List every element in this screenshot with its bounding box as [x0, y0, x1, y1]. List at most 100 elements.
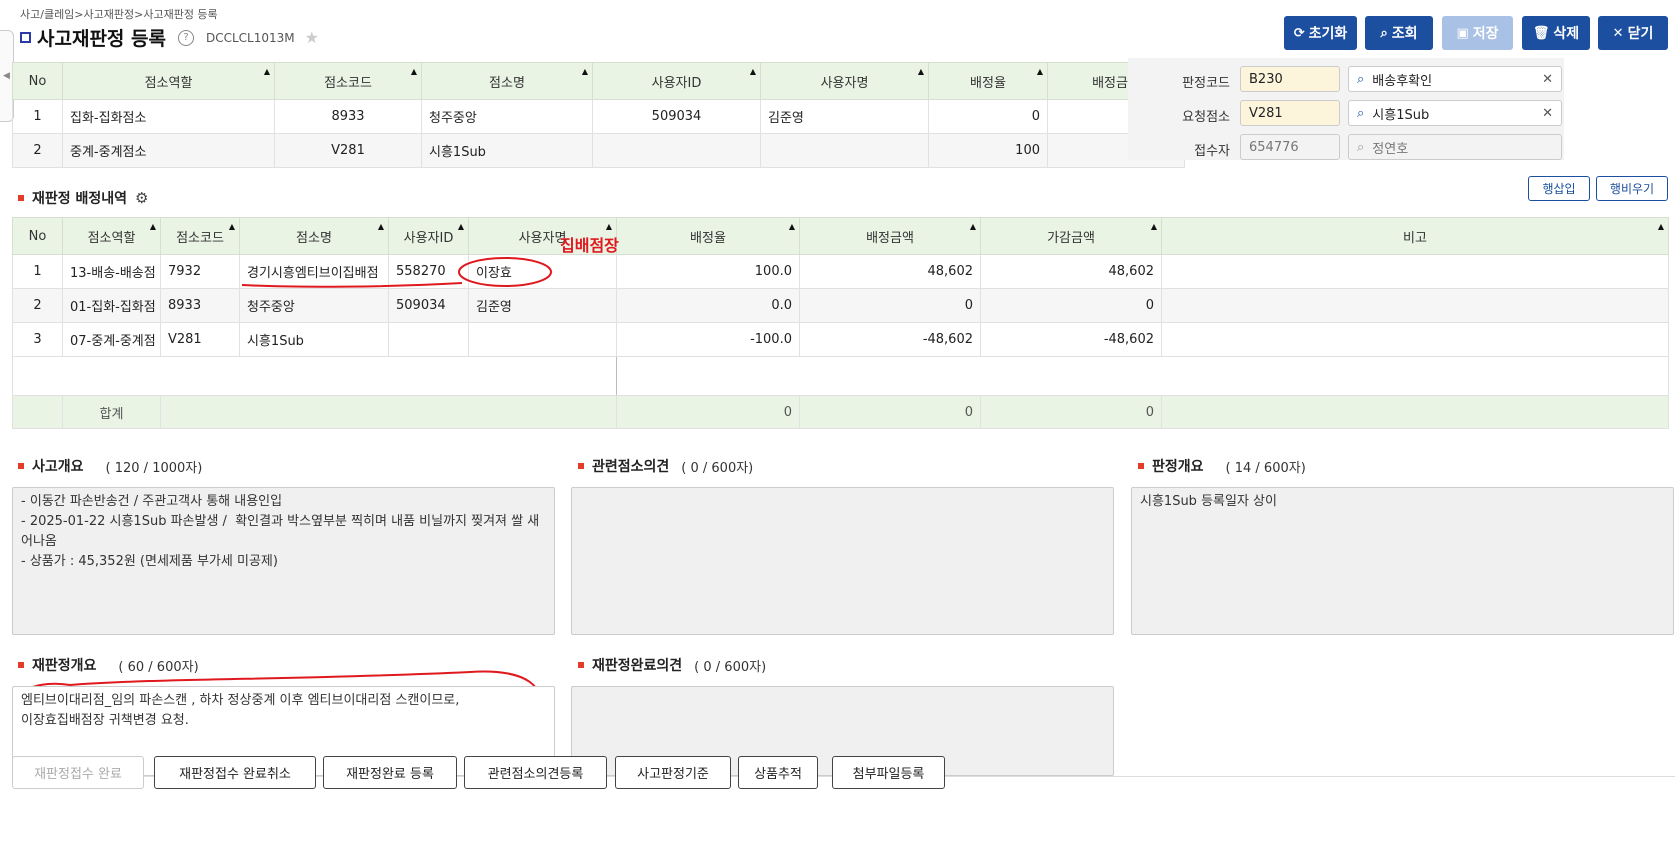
table-row[interactable]: 1 집화-집화점소 8933 청주중앙 509034 김준영 0 0	[12, 99, 1185, 134]
cell-role[interactable]: 01-집화-집화점	[62, 288, 161, 323]
sort-up-icon[interactable]: ▲	[458, 222, 464, 231]
col-rate-label: 배정율	[970, 75, 1006, 91]
req-office-name-field[interactable]: ⌕ 시흥1Sub ✕	[1348, 100, 1562, 126]
cell-role[interactable]: 07-중계-중계점	[62, 322, 161, 357]
accident-count: ( 120 / 1000자)	[105, 460, 203, 476]
save-button[interactable]: ▣ 저장	[1442, 16, 1513, 50]
sort-up-icon[interactable]: ▲	[970, 222, 976, 231]
sort-up-icon[interactable]: ▲	[789, 222, 795, 231]
cell-uname[interactable]	[468, 322, 617, 357]
col-name[interactable]: 점소명 ▲	[239, 217, 389, 255]
sort-up-icon[interactable]: ▲	[1151, 222, 1157, 231]
accident-textarea[interactable]: - 이동간 파손반송건 / 주관고객사 통해 내용인입 - 2025-01-22…	[12, 487, 555, 635]
cell-uid[interactable]	[388, 322, 469, 357]
table-row[interactable]: 2 01-집화-집화점 8933 청주중앙 509034 김준영 0.0 0 0	[12, 288, 1669, 323]
product-trace-button[interactable]: 상품추적	[738, 756, 818, 789]
clear-icon[interactable]: ✕	[1542, 72, 1553, 87]
accident-criteria-button[interactable]: 사고판정기준	[615, 756, 731, 789]
attachment-register-button[interactable]: 첨부파일등록	[832, 756, 945, 789]
col-code[interactable]: 점소코드 ▲	[160, 217, 240, 255]
col-uid[interactable]: 사용자ID ▲	[592, 62, 761, 100]
sort-up-icon[interactable]: ▲	[1658, 222, 1664, 231]
col-rate[interactable]: 배정율 ▲	[928, 62, 1048, 100]
col-no[interactable]: No	[12, 217, 63, 255]
sort-up-icon[interactable]: ▲	[378, 222, 384, 231]
search-icon[interactable]: ⌕	[1357, 106, 1364, 121]
sum-rate: 0	[616, 395, 800, 429]
delete-button[interactable]: 🗑 삭제	[1522, 16, 1590, 50]
receiver-id-field: 654776	[1240, 134, 1340, 160]
cell-note[interactable]	[1161, 254, 1669, 289]
col-note[interactable]: 비고 ▲	[1161, 217, 1669, 255]
reset-button[interactable]: ⟳ 초기화	[1284, 16, 1357, 50]
col-role[interactable]: 점소역할 ▲	[62, 217, 161, 255]
gear-icon[interactable]: ⚙	[135, 189, 148, 207]
clear-icon[interactable]: ✕	[1542, 106, 1553, 121]
cell-name[interactable]: 경기시흥엠티브이집배점	[239, 254, 389, 289]
favorite-star-icon[interactable]: ★	[305, 28, 319, 47]
related-opinion-register-button[interactable]: 관련점소의견등록	[464, 756, 607, 789]
cell-uid[interactable]: 558270	[388, 254, 469, 289]
cell-note[interactable]	[1161, 322, 1669, 357]
judge-code-field[interactable]: B230	[1240, 66, 1340, 92]
cell-name[interactable]: 시흥1Sub	[239, 322, 389, 357]
sort-up-icon[interactable]: ▲	[750, 67, 756, 76]
col-code-label: 점소코드	[324, 75, 372, 91]
sum-adj: 0	[980, 395, 1162, 429]
sort-up-icon[interactable]: ▲	[606, 222, 612, 231]
col-adj[interactable]: 가감금액 ▲	[980, 217, 1162, 255]
cell-uname: 김준영	[760, 99, 929, 134]
req-office-code-field[interactable]: V281	[1240, 100, 1340, 126]
table-row[interactable]: 3 07-중계-중계점 V281 시흥1Sub -100.0 -48,602 -…	[12, 322, 1669, 357]
cell-no: 1	[12, 99, 63, 134]
table-row[interactable]: 2 중계-중계점소 V281 시흥1Sub 100 48,602	[12, 133, 1185, 168]
rejudge-receipt-cancel-button[interactable]: 재판정접수 완료취소	[154, 756, 316, 789]
judge-title-text: 판정개요	[1152, 459, 1204, 475]
sort-up-icon[interactable]: ▲	[582, 67, 588, 76]
section-bullet-icon	[578, 463, 584, 469]
col-rate[interactable]: 배정율 ▲	[616, 217, 800, 255]
col-role[interactable]: 점소역할 ▲	[62, 62, 275, 100]
sort-up-icon[interactable]: ▲	[411, 67, 417, 76]
col-uid[interactable]: 사용자ID ▲	[388, 217, 469, 255]
clear-row-button[interactable]: 행비우기	[1596, 176, 1668, 201]
table-row[interactable]: 1 13-배송-배송점 7932 경기시흥엠티브이집배점 558270 이장효 …	[12, 254, 1669, 289]
search-icon: ⌕	[1357, 139, 1365, 155]
col-uid-label: 사용자ID	[651, 75, 702, 91]
close-button[interactable]: ✕ 닫기	[1598, 16, 1668, 50]
cell-rate[interactable]: 100.0	[616, 254, 800, 289]
rejudge-receipt-complete-button[interactable]: 재판정접수 완료	[12, 756, 144, 789]
sort-up-icon[interactable]: ▲	[229, 222, 235, 231]
col-uname[interactable]: 사용자명 ▲	[760, 62, 929, 100]
rejudge-complete-register-button[interactable]: 재판정완료 등록	[323, 756, 457, 789]
cell-uname[interactable]: 이장효	[468, 254, 617, 289]
cell-note[interactable]	[1161, 288, 1669, 323]
cell-rate: 100	[928, 133, 1048, 168]
cell-code[interactable]: V281	[160, 322, 240, 357]
sort-up-icon[interactable]: ▲	[150, 222, 156, 231]
sort-up-icon[interactable]: ▲	[918, 67, 924, 76]
col-no[interactable]: No	[12, 62, 63, 100]
related-textarea[interactable]	[571, 487, 1114, 635]
sort-up-icon[interactable]: ▲	[264, 67, 270, 76]
col-code[interactable]: 점소코드 ▲	[274, 62, 422, 100]
cell-rate[interactable]: -100.0	[616, 322, 800, 357]
help-icon[interactable]: ?	[177, 29, 194, 46]
cell-code[interactable]: 8933	[160, 288, 240, 323]
cell-name[interactable]: 청주중앙	[239, 288, 389, 323]
cell-uid[interactable]: 509034	[388, 288, 469, 323]
receiver-name-field: ⌕ 정연호	[1348, 134, 1562, 160]
col-name[interactable]: 점소명 ▲	[421, 62, 593, 100]
col-amount[interactable]: 배정금액 ▲	[799, 217, 981, 255]
insert-row-button[interactable]: 행삽입	[1528, 176, 1590, 201]
cell-code[interactable]: 7932	[160, 254, 240, 289]
cell-code: V281	[274, 133, 422, 168]
cell-role[interactable]: 13-배송-배송점	[62, 254, 161, 289]
sort-up-icon[interactable]: ▲	[1037, 67, 1043, 76]
judge-textarea[interactable]: 시흥1Sub 등록일자 상이	[1131, 487, 1674, 635]
cell-rate[interactable]: 0.0	[616, 288, 800, 323]
cell-uname[interactable]: 김준영	[468, 288, 617, 323]
judge-name-field[interactable]: ⌕ 배송후확인 ✕	[1348, 66, 1562, 92]
search-button[interactable]: ⌕ 조회	[1365, 16, 1433, 50]
search-icon[interactable]: ⌕	[1357, 72, 1364, 87]
